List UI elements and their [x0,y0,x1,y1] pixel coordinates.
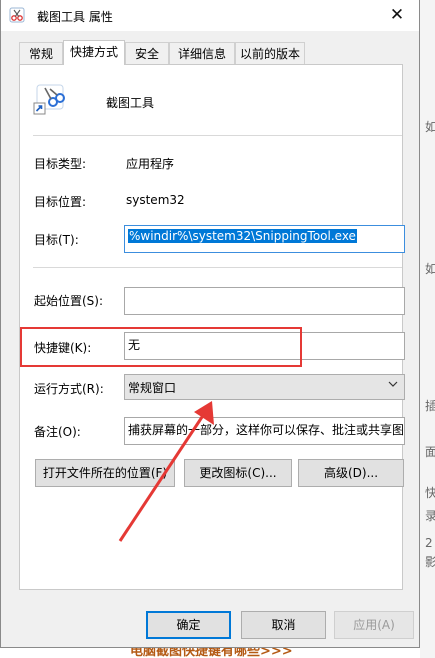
scissors-icon [9,7,25,23]
start-in-input[interactable] [124,287,405,315]
background-heading: 电脑截图快捷键有哪些>>> [130,648,293,658]
divider [33,267,402,268]
button-label: 高级(D)... [323,466,379,480]
run-select[interactable]: 常规窗口 [124,374,405,400]
background-glyph: 面 [425,445,435,459]
tab-label: 安全 [134,47,159,61]
open-file-location-button[interactable]: 打开文件所在的位置(F) [35,459,175,487]
button-label: 打开文件所在的位置(F) [42,466,168,480]
comment-label: 备注(O): [34,425,81,439]
button-label: 取消 [271,618,296,632]
hotkey-input[interactable]: 无 [124,332,405,360]
tab-details[interactable]: 详细信息 [169,42,235,64]
title-bar[interactable]: 截图工具 属性 ✕ [1,0,419,31]
divider [33,135,402,136]
window-title: 截图工具 属性 [37,10,113,24]
run-label: 运行方式(R): [34,382,104,396]
snipping-tool-icon [33,84,65,115]
run-value: 常规窗口 [128,381,177,395]
background-glyph: 插 [425,399,435,413]
tab-label: 详细信息 [177,47,226,61]
background-glyph: 如 [425,120,435,134]
background-glyph: 录 [425,509,435,523]
target-location-label: 目标位置: [34,195,87,209]
hotkey-label: 快捷键(K): [34,341,92,355]
change-icon-button[interactable]: 更改图标(C)... [184,459,292,487]
hotkey-value: 无 [128,338,141,352]
chevron-down-icon [388,379,398,392]
start-in-label: 起始位置(S): [34,294,104,308]
background-glyph: 2 [425,536,433,550]
button-label: 应用(A) [353,618,395,632]
close-icon: ✕ [389,5,405,25]
app-name: 截图工具 [106,96,155,110]
target-type-label: 目标类型: [34,157,87,171]
tab-label: 以前的版本 [239,47,300,61]
tab-previous-versions[interactable]: 以前的版本 [235,42,305,64]
tab-general[interactable]: 常规 [19,42,63,64]
advanced-button[interactable]: 高级(D)... [298,459,404,487]
target-input[interactable]: %windir%\system32\SnippingTool.exe [124,225,405,253]
comment-value: 捕获屏幕的一部分，这样你可以保存、批注或共享图 [128,423,405,437]
target-value: %windir%\system32\SnippingTool.exe [128,229,357,243]
target-location-value: system32 [126,193,185,207]
target-type-value: 应用程序 [126,157,175,171]
close-button[interactable]: ✕ [375,0,419,31]
tab-shortcut[interactable]: 快捷方式 [63,40,125,65]
shortcut-panel [19,64,403,590]
tab-security[interactable]: 安全 [125,42,169,64]
ok-button[interactable]: 确定 [146,611,231,639]
background-glyph: 影 [425,555,435,569]
tab-label: 常规 [28,47,53,61]
button-label: 确定 [176,618,201,632]
apply-button[interactable]: 应用(A) [334,611,414,639]
comment-input[interactable]: 捕获屏幕的一部分，这样你可以保存、批注或共享图 [124,417,405,445]
target-label: 目标(T): [34,233,79,247]
background-glyph: 快 [425,486,435,500]
background-glyph: 如 [425,262,435,276]
button-label: 更改图标(C)... [199,466,277,480]
properties-dialog: 截图工具 属性 ✕ 常规 快捷方式 安全 详细信息 以前的版本 截图工具 目标类… [0,0,420,648]
tab-label: 快捷方式 [69,45,118,59]
cancel-button[interactable]: 取消 [241,611,326,639]
